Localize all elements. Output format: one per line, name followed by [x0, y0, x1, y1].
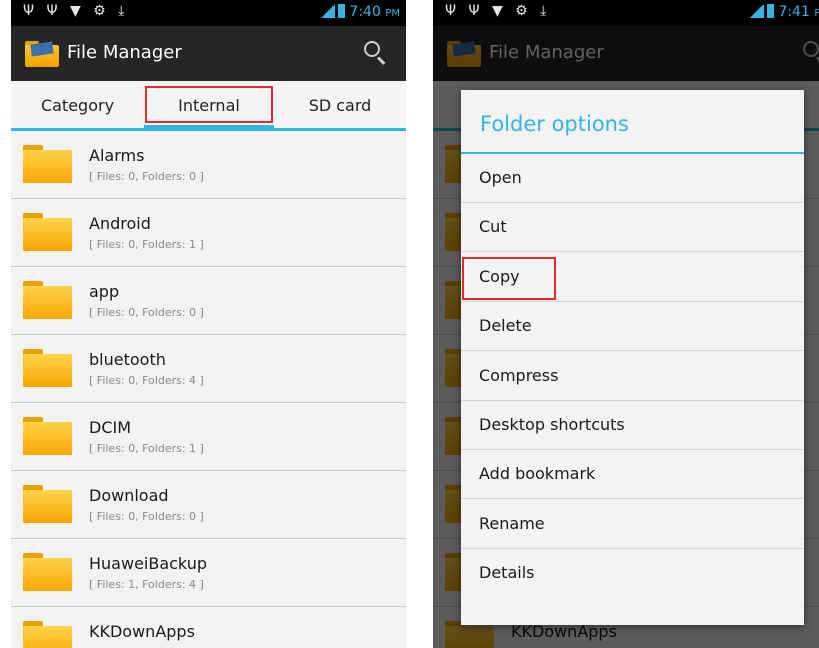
status-right: 7:41 PM [750, 4, 819, 20]
folder-row-kkdownapps[interactable]: KKDownApps[ Files: 0, Folders: 0 ] [11, 607, 406, 648]
folder-icon [23, 553, 72, 591]
dialog-title: Folder options [480, 112, 629, 136]
option-delete[interactable]: Delete [461, 302, 804, 352]
folder-name: bluetooth [89, 350, 166, 369]
folder-name: Download [89, 486, 169, 505]
highlight-box-internal [145, 86, 273, 123]
option-label: Add bookmark [479, 464, 596, 484]
option-label: Compress [479, 365, 559, 385]
folder-row-download[interactable]: Download [ Files: 0, Folders: 0 ] [11, 471, 406, 539]
option-add-bookmark[interactable]: Add bookmark [461, 450, 804, 500]
folder-info: [ Files: 0, Folders: 1 ] [89, 442, 204, 455]
folder-name: DCIM [89, 418, 132, 437]
clock: 7:41 [778, 4, 810, 20]
option-details[interactable]: Details [461, 549, 804, 598]
clock-ampm: PM [385, 8, 400, 19]
folder-icon [23, 485, 72, 523]
tab-sd-card[interactable]: SD card [274, 81, 406, 128]
search-icon[interactable] [364, 41, 388, 65]
notification-icons: Ψ Ψ ▼ ⚙ ⤓ [445, 3, 551, 19]
folder-row-alarms[interactable]: Alarms [ Files: 0, Folders: 0 ] [11, 131, 406, 199]
highlight-box-copy [462, 257, 556, 300]
option-cut[interactable]: Cut [461, 203, 804, 253]
folder-info: [ Files: 0, Folders: 4 ] [89, 374, 204, 387]
option-label: Desktop shortcuts [479, 415, 625, 434]
folder-info: [ Files: 1, Folders: 4 ] [89, 578, 204, 591]
folder-row-huaweibackup[interactable]: HuaweiBackup [ Files: 1, Folders: 4 ] [11, 539, 406, 607]
folder-info: [ Files: 0, Folders: 0 ] [89, 510, 204, 523]
battery-icon [767, 4, 775, 18]
phone-screen-right: Ψ Ψ ▼ ⚙ ⤓ 7:41 PM File Manager Category … [433, 0, 819, 648]
folder-icon [23, 145, 72, 183]
folder-icon [23, 213, 72, 251]
folder-options-dialog: Folder options Open Cut Copy Delete Compress… [461, 90, 804, 625]
folder-info: [ Files: 0, Folders: 0 ] [89, 170, 204, 183]
folder-app-icon [25, 41, 59, 67]
status-bar: Ψ Ψ ▼ ⚙ ⤓ 7:40 PM [11, 0, 406, 26]
notification-icons: Ψ Ψ ▼ ⚙ ⤓ [23, 3, 129, 19]
status-right: 7:40 PM [321, 4, 400, 20]
folder-icon [23, 417, 72, 455]
option-rename[interactable]: Rename [461, 500, 804, 549]
clock-ampm: PM [814, 8, 819, 19]
option-label: Rename [479, 513, 545, 533]
option-open[interactable]: Open [461, 154, 804, 203]
folder-list: Alarms [ Files: 0, Folders: 0 ] Android [ F… [11, 131, 406, 648]
option-label: Delete [479, 316, 532, 336]
option-compress[interactable]: Compress [461, 352, 804, 401]
clock: 7:40 [349, 4, 381, 20]
signal-icon [321, 4, 336, 18]
folder-name: Android [89, 214, 151, 233]
status-bar: Ψ Ψ ▼ ⚙ ⤓ 7:41 PM [433, 0, 819, 26]
folder-icon [23, 281, 72, 319]
folder-row-app[interactable]: app [ Files: 0, Folders: 0 ] [11, 267, 406, 335]
option-label: Details [479, 563, 535, 583]
folder-name: Alarms [89, 146, 145, 165]
folder-info: [ Files: 0, Folders: 0 ] [89, 306, 204, 319]
tab-category[interactable]: Category [11, 81, 144, 128]
option-desktop-shortcuts[interactable]: Desktop shortcuts [461, 401, 804, 450]
option-label: Open [479, 168, 522, 187]
folder-name: KKDownApps [89, 622, 195, 641]
folder-row-dcim[interactable]: DCIM [ Files: 0, Folders: 1 ] [11, 403, 406, 471]
action-bar: File Manager [11, 26, 406, 81]
folder-row-bluetooth[interactable]: bluetooth [ Files: 0, Folders: 4 ] [11, 335, 406, 403]
folder-icon [23, 621, 72, 648]
option-label: Cut [479, 217, 507, 237]
battery-icon [338, 4, 346, 18]
phone-screen-left: Ψ Ψ ▼ ⚙ ⤓ 7:40 PM File Manager Category … [11, 0, 406, 648]
folder-name: HuaweiBackup [89, 554, 207, 573]
folder-name: app [89, 282, 120, 301]
app-title: File Manager [67, 42, 182, 63]
folder-info: [ Files: 0, Folders: 1 ] [89, 238, 204, 251]
folder-icon [23, 349, 72, 387]
signal-icon [750, 4, 765, 18]
folder-row-android[interactable]: Android [ Files: 0, Folders: 1 ] [11, 199, 406, 267]
